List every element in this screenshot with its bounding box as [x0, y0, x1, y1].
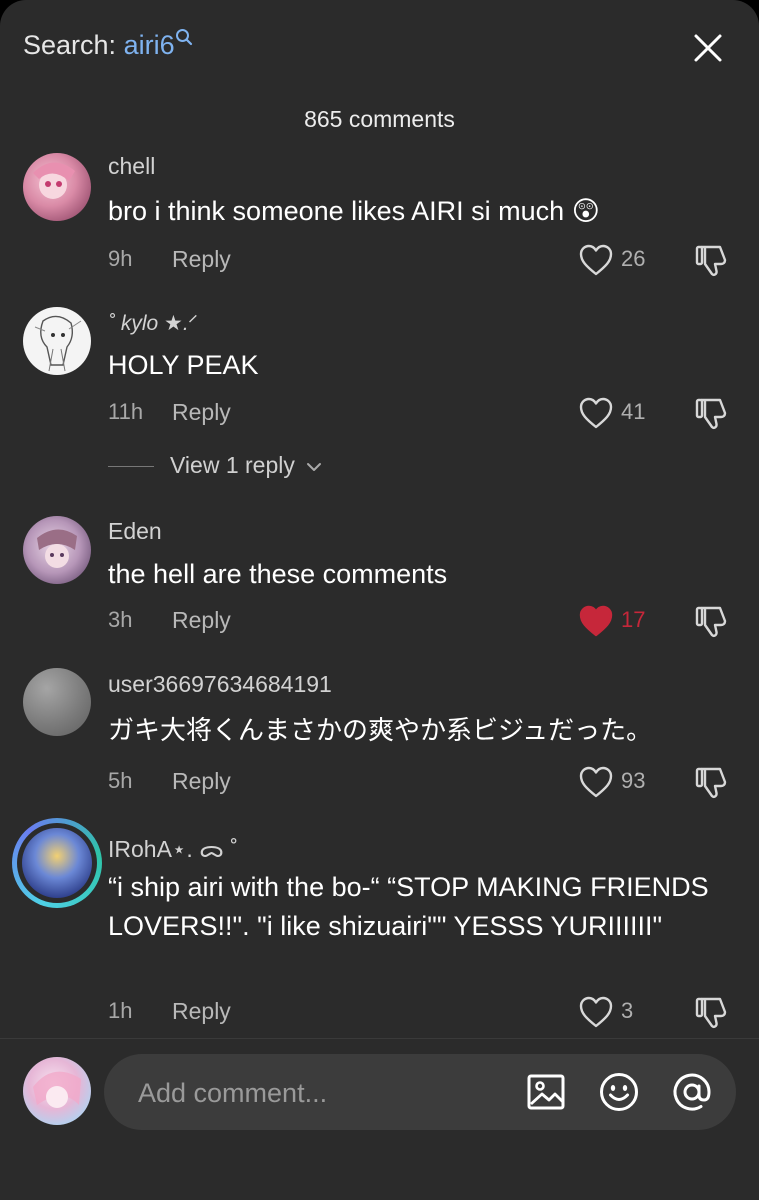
dislike-icon[interactable] — [694, 242, 730, 278]
comment-username[interactable]: Eden — [108, 518, 162, 545]
comment-username[interactable]: IRohA⋆. ᯅ ˚ — [108, 832, 238, 864]
comment-text: ガキ大将くんまさかの爽やか系ビジュだった。 — [108, 716, 653, 746]
like-count: 17 — [621, 607, 646, 632]
avatar[interactable] — [23, 516, 91, 584]
divider — [108, 466, 154, 468]
avatar[interactable] — [23, 307, 91, 375]
comment-text: bro i think someone likes AIRI si much 😲 — [108, 196, 600, 226]
emoji-icon[interactable] — [598, 1071, 640, 1113]
dislike-icon[interactable] — [694, 603, 730, 639]
comment-time: 3h — [108, 607, 133, 632]
heart-icon[interactable] — [578, 995, 614, 1029]
dislike-icon[interactable] — [694, 994, 730, 1030]
search-prefix: Search: — [23, 30, 117, 60]
comment-time: 9h — [108, 246, 133, 271]
dislike-icon[interactable] — [694, 395, 730, 431]
search-icon — [175, 29, 192, 46]
comment-input[interactable] — [136, 1072, 500, 1114]
reply-button[interactable]: Reply — [172, 607, 231, 634]
mention-icon[interactable] — [671, 1071, 713, 1113]
comment-username[interactable]: ˚ kylo ★.ᐟ — [108, 311, 198, 336]
comment-text: HOLY PEAK — [108, 350, 259, 380]
view-replies-button[interactable]: View 1 reply — [108, 452, 323, 479]
avatar[interactable] — [23, 153, 91, 221]
heart-filled-icon[interactable] — [578, 604, 614, 638]
like-count: 3 — [621, 998, 634, 1023]
avatar[interactable] — [23, 1057, 91, 1125]
comment-text: the hell are these comments — [108, 559, 448, 589]
view-replies-label: View 1 reply — [170, 452, 295, 478]
comments-sheet: Search: airi6 865 comments chell bro i t… — [0, 0, 759, 1200]
avatar[interactable] — [23, 668, 91, 736]
avatar[interactable] — [12, 818, 102, 908]
search-label[interactable]: Search: airi6 — [23, 29, 193, 61]
comment-username[interactable]: chell — [108, 153, 155, 180]
comment-count: 865 comments — [304, 106, 455, 132]
reply-button[interactable]: Reply — [172, 998, 231, 1025]
heart-icon[interactable] — [578, 765, 614, 799]
comment-text: “i ship airi with the bo-“ “STOP MAKING … — [108, 872, 709, 941]
comment-time: 5h — [108, 768, 133, 793]
comment-input-box[interactable] — [104, 1054, 736, 1130]
reply-button[interactable]: Reply — [172, 768, 231, 795]
image-icon[interactable] — [525, 1071, 567, 1113]
reply-button[interactable]: Reply — [172, 246, 231, 273]
comment-time: 1h — [108, 998, 133, 1023]
search-term[interactable]: airi6 — [124, 30, 175, 60]
chevron-down-icon — [307, 462, 322, 471]
heart-icon[interactable] — [578, 243, 614, 277]
heart-icon[interactable] — [578, 396, 614, 430]
close-icon[interactable] — [692, 32, 724, 64]
like-count: 26 — [621, 246, 646, 271]
reply-button[interactable]: Reply — [172, 399, 231, 426]
like-count: 93 — [621, 768, 646, 793]
comment-username[interactable]: user36697634684191 — [108, 671, 332, 698]
comment-time: 11h — [108, 399, 144, 424]
like-count: 41 — [621, 399, 646, 424]
dislike-icon[interactable] — [694, 764, 730, 800]
